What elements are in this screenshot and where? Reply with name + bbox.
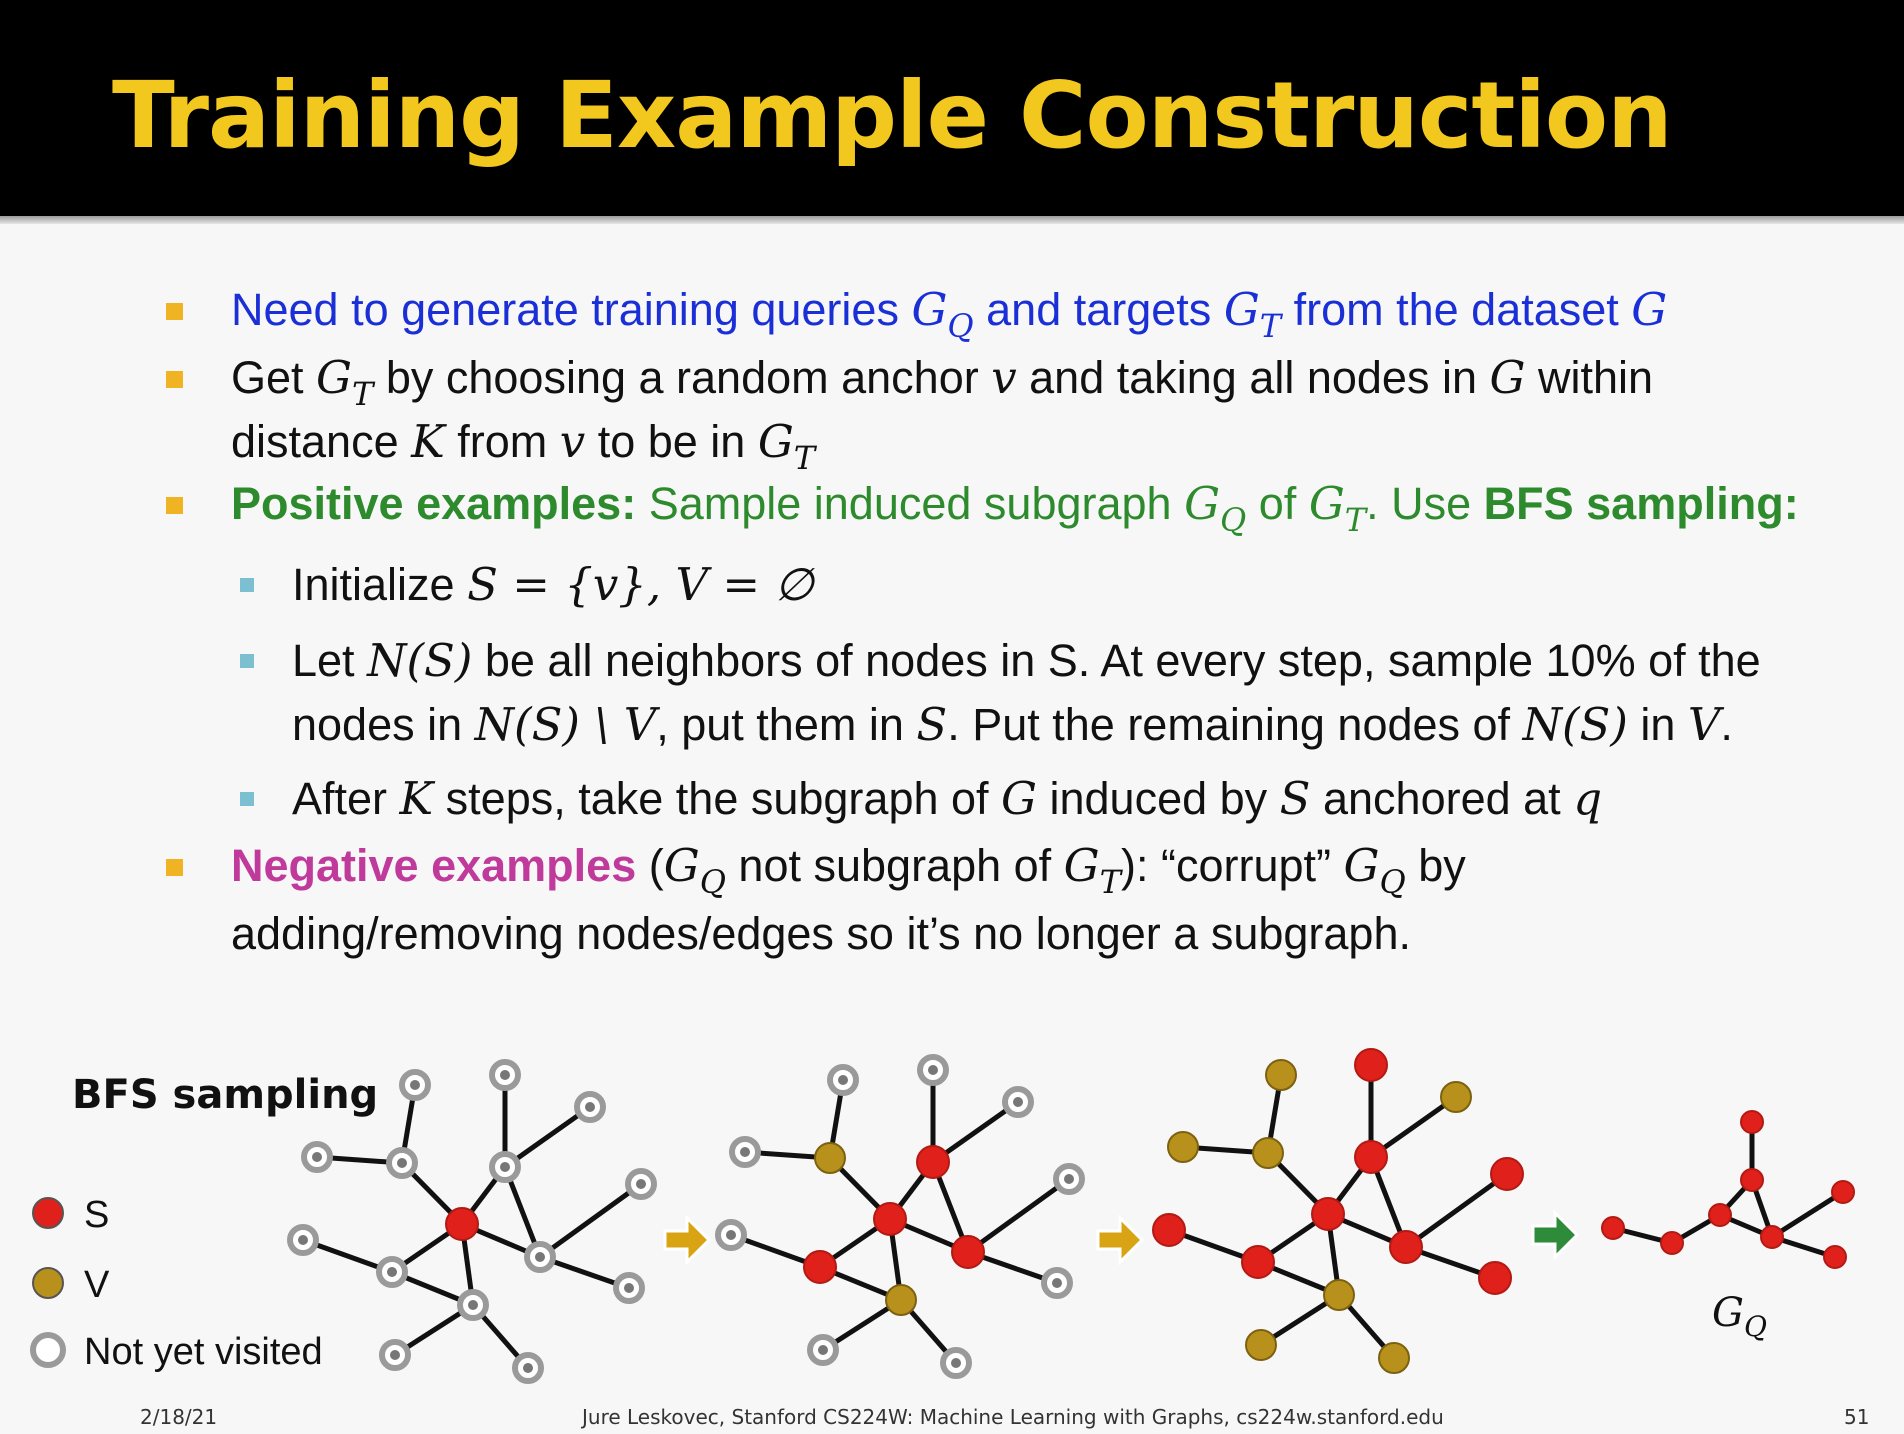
node-unvisited-core bbox=[740, 1147, 750, 1157]
node-unvisited-core bbox=[387, 1267, 397, 1277]
legend-label: Not yet visited bbox=[84, 1331, 323, 1373]
node-unvisited-core bbox=[535, 1252, 545, 1262]
legend: SV Not yet visited bbox=[30, 1194, 323, 1373]
node-s bbox=[1831, 1180, 1855, 1204]
node-unvisited-core bbox=[1064, 1174, 1074, 1184]
bfs-step-3 bbox=[1152, 1048, 1524, 1374]
node-unvisited-core bbox=[468, 1300, 478, 1310]
graph-edge bbox=[538, 1181, 643, 1260]
node-s bbox=[916, 1145, 950, 1179]
node-s bbox=[1708, 1203, 1732, 1227]
node-s bbox=[873, 1202, 907, 1236]
node-unvisited-core bbox=[585, 1102, 595, 1112]
node-unvisited-core bbox=[726, 1230, 736, 1240]
legend-swatch bbox=[30, 1332, 66, 1368]
gq-label: GQ bbox=[1712, 1290, 1767, 1343]
legend-label: S bbox=[84, 1194, 109, 1236]
node-s bbox=[1152, 1213, 1186, 1247]
bfs-step-2 bbox=[715, 1054, 1085, 1379]
graph-edge bbox=[1770, 1189, 1845, 1240]
node-v bbox=[1265, 1059, 1297, 1091]
node-v bbox=[1167, 1131, 1199, 1163]
diagram-heading: BFS sampling bbox=[72, 1072, 378, 1118]
node-s bbox=[1354, 1140, 1388, 1174]
node-unvisited-core bbox=[818, 1345, 828, 1355]
node-v bbox=[1252, 1137, 1284, 1169]
node-unvisited-core bbox=[298, 1235, 308, 1245]
node-unvisited-core bbox=[390, 1350, 400, 1360]
node-unvisited-core bbox=[410, 1080, 420, 1090]
node-s bbox=[445, 1207, 479, 1241]
node-s bbox=[1241, 1245, 1275, 1279]
node-s bbox=[803, 1250, 837, 1284]
node-unvisited-core bbox=[928, 1065, 938, 1075]
node-s bbox=[1660, 1231, 1684, 1255]
node-v bbox=[1245, 1329, 1277, 1361]
node-unvisited-core bbox=[500, 1070, 510, 1080]
node-s bbox=[1490, 1157, 1524, 1191]
footer-credit: Jure Leskovec, Stanford CS224W: Machine … bbox=[582, 1405, 1444, 1429]
node-s bbox=[1354, 1048, 1388, 1082]
node-s bbox=[1740, 1168, 1764, 1192]
bfs-diagram: BFS sampling SV Not yet visited GQ bbox=[30, 1048, 1855, 1384]
node-s bbox=[1389, 1230, 1423, 1264]
node-s bbox=[951, 1235, 985, 1269]
node-v bbox=[1440, 1081, 1472, 1113]
node-v bbox=[1323, 1279, 1355, 1311]
node-unvisited-core bbox=[312, 1152, 322, 1162]
graph-edge bbox=[1404, 1171, 1509, 1250]
node-v bbox=[885, 1284, 917, 1316]
node-s bbox=[1478, 1261, 1512, 1295]
node-s bbox=[1760, 1225, 1784, 1249]
footer-date: 2/18/21 bbox=[140, 1405, 218, 1429]
node-unvisited-core bbox=[1052, 1278, 1062, 1288]
step-arrow-icon bbox=[1531, 1209, 1580, 1261]
legend-label: V bbox=[84, 1264, 110, 1306]
node-s bbox=[1823, 1245, 1847, 1269]
step-arrow-icon bbox=[663, 1214, 712, 1266]
node-v bbox=[814, 1142, 846, 1174]
step-arrow-icon bbox=[1096, 1214, 1145, 1266]
legend-swatch bbox=[32, 1267, 64, 1299]
graph-edge bbox=[966, 1176, 1071, 1255]
node-unvisited-core bbox=[397, 1158, 407, 1168]
node-unvisited-core bbox=[523, 1363, 533, 1373]
subgraph-gq bbox=[1601, 1110, 1855, 1269]
bfs-graphs bbox=[287, 1048, 1855, 1384]
node-unvisited-core bbox=[838, 1075, 848, 1085]
footer-page-number: 51 bbox=[1844, 1405, 1870, 1429]
node-unvisited-core bbox=[1013, 1097, 1023, 1107]
node-unvisited-core bbox=[951, 1358, 961, 1368]
node-v bbox=[1378, 1342, 1410, 1374]
node-s bbox=[1601, 1216, 1625, 1240]
node-s bbox=[1311, 1197, 1345, 1231]
node-unvisited-core bbox=[500, 1162, 510, 1172]
node-unvisited-core bbox=[624, 1283, 634, 1293]
legend-swatch bbox=[32, 1197, 64, 1229]
node-s bbox=[1740, 1110, 1764, 1134]
node-unvisited-core bbox=[636, 1179, 646, 1189]
